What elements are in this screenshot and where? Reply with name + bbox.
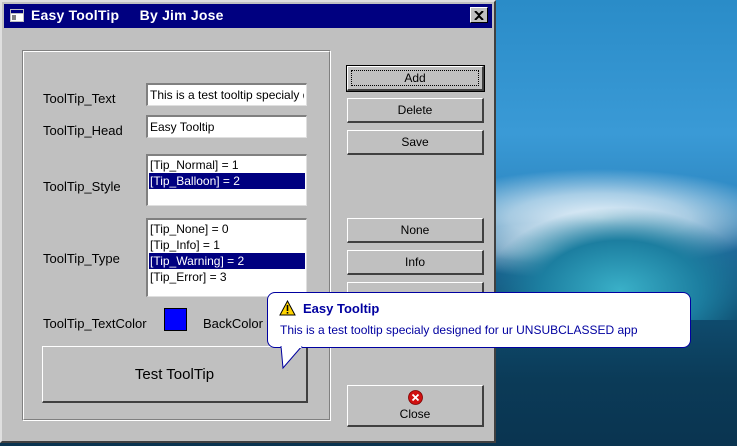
info-button[interactable]: Info (347, 250, 484, 275)
save-button-label: Save (401, 135, 429, 149)
tooltip-type-label: ToolTip_Type (43, 251, 120, 266)
test-tooltip-label: Test ToolTip (134, 365, 215, 383)
close-button[interactable]: Close (347, 385, 484, 427)
title-bar[interactable]: Easy ToolTip By Jim Jose (4, 4, 492, 28)
window-close-button[interactable] (470, 7, 488, 23)
test-tooltip-button[interactable]: Test ToolTip (42, 346, 308, 403)
list-item[interactable]: [Tip_None] = 0 (149, 221, 305, 237)
tooltip-title: Easy Tooltip (303, 301, 380, 316)
info-button-label: Info (404, 255, 425, 269)
focus-ring (351, 70, 479, 86)
close-icon (474, 10, 484, 20)
textcolor-swatch[interactable] (164, 308, 187, 331)
backcolor-label: BackColor (203, 316, 263, 331)
app-icon (10, 9, 24, 22)
none-button-label: None (400, 223, 430, 237)
list-item[interactable]: [Tip_Info] = 1 (149, 237, 305, 253)
delete-button-label: Delete (397, 103, 433, 117)
save-button[interactable]: Save (347, 130, 484, 155)
error-icon (407, 390, 423, 405)
list-item-selected[interactable]: [Tip_Balloon] = 2 (149, 173, 305, 189)
tooltip-style-list[interactable]: [Tip_Normal] = 1 [Tip_Balloon] = 2 (146, 154, 307, 206)
tooltip-type-list[interactable]: [Tip_None] = 0 [Tip_Info] = 1 [Tip_Warni… (146, 218, 307, 297)
close-button-label: Close (399, 407, 431, 421)
tooltip-textcolor-label: ToolTip_TextColor (43, 316, 147, 331)
add-button[interactable]: Add (346, 65, 485, 92)
tooltip-style-label: ToolTip_Style (43, 179, 121, 194)
list-item[interactable]: [Tip_Normal] = 1 (149, 157, 305, 173)
list-item-selected[interactable]: [Tip_Warning] = 2 (149, 253, 305, 269)
tooltip-text-label: ToolTip_Text (43, 91, 116, 106)
list-item[interactable]: [Tip_Error] = 3 (149, 269, 305, 285)
tooltip-text-input[interactable] (146, 83, 307, 106)
tooltip-head-input[interactable] (146, 115, 307, 138)
delete-button[interactable]: Delete (347, 98, 484, 123)
tooltip-tail (280, 346, 303, 370)
warning-icon (279, 300, 296, 316)
window-title: Easy ToolTip By Jim Jose (31, 7, 224, 23)
tooltip-head-label: ToolTip_Head (43, 123, 123, 138)
none-button[interactable]: None (347, 218, 484, 243)
tooltip-text: This is a test tooltip specialy designed… (280, 323, 638, 337)
